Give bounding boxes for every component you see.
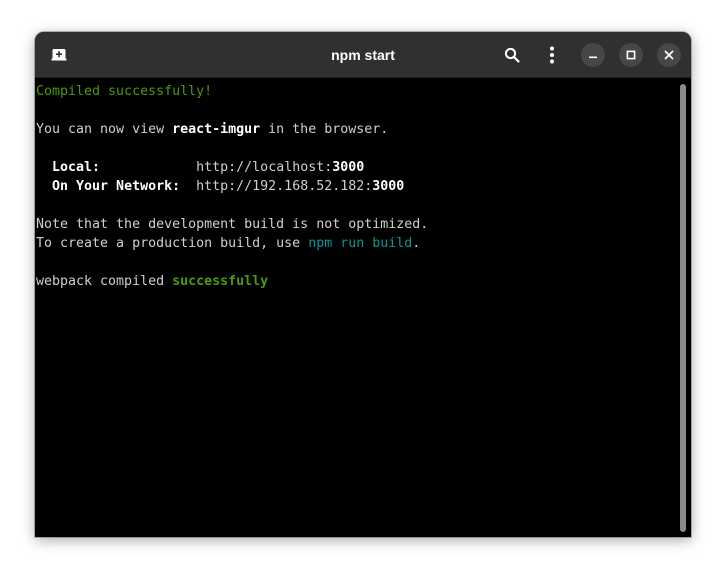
compiled-line: Compiled successfully! bbox=[36, 82, 675, 101]
terminal-window: npm start Compiled successfully! You can… bbox=[35, 32, 691, 537]
terminal-output[interactable]: Compiled successfully! You can now view … bbox=[35, 79, 675, 537]
view-line: You can now view react-imgur in the brow… bbox=[36, 120, 675, 139]
close-button[interactable] bbox=[657, 43, 681, 67]
local-label: Local: bbox=[52, 160, 101, 175]
network-url[interactable]: http://192.168.52.182:3000 bbox=[196, 179, 404, 194]
prod-prefix: To create a production build, use bbox=[36, 236, 309, 251]
webpack-status: successfully bbox=[172, 274, 269, 289]
close-icon bbox=[664, 50, 674, 60]
note-line: Note that the development build is not o… bbox=[36, 215, 675, 234]
view-suffix: in the browser. bbox=[260, 122, 389, 137]
network-port: 3000 bbox=[372, 179, 405, 194]
local-url-prefix: http://localhost: bbox=[196, 160, 333, 175]
network-line: On Your Network: http://192.168.52.182:3… bbox=[36, 177, 675, 196]
local-port: 3000 bbox=[332, 160, 365, 175]
title-bar: npm start bbox=[35, 32, 691, 78]
compiled-message: Compiled successfully! bbox=[36, 84, 213, 99]
webpack-prefix: webpack compiled bbox=[36, 274, 173, 289]
local-line: Local: http://localhost:3000 bbox=[36, 158, 675, 177]
kebab-menu-icon bbox=[550, 46, 554, 64]
minimize-button[interactable] bbox=[581, 43, 605, 67]
webpack-line: webpack compiled successfully bbox=[36, 272, 675, 291]
note-text: Note that the development build is not o… bbox=[36, 217, 429, 232]
app-name: react-imgur bbox=[172, 122, 261, 137]
prod-suffix: . bbox=[412, 236, 421, 251]
maximize-button[interactable] bbox=[619, 43, 643, 67]
production-line: To create a production build, use npm ru… bbox=[36, 234, 675, 253]
minimize-icon bbox=[589, 56, 597, 59]
network-url-prefix: http://192.168.52.182: bbox=[196, 179, 373, 194]
local-url[interactable]: http://localhost:3000 bbox=[196, 160, 364, 175]
search-button[interactable] bbox=[500, 43, 524, 67]
maximize-icon bbox=[626, 50, 636, 60]
scrollbar[interactable] bbox=[675, 79, 691, 537]
network-label: On Your Network: bbox=[52, 179, 181, 194]
search-icon bbox=[504, 47, 520, 63]
prod-command: npm run build bbox=[308, 236, 413, 251]
menu-button[interactable] bbox=[540, 43, 564, 67]
scrollbar-thumb[interactable] bbox=[680, 84, 686, 532]
view-prefix: You can now view bbox=[36, 122, 173, 137]
